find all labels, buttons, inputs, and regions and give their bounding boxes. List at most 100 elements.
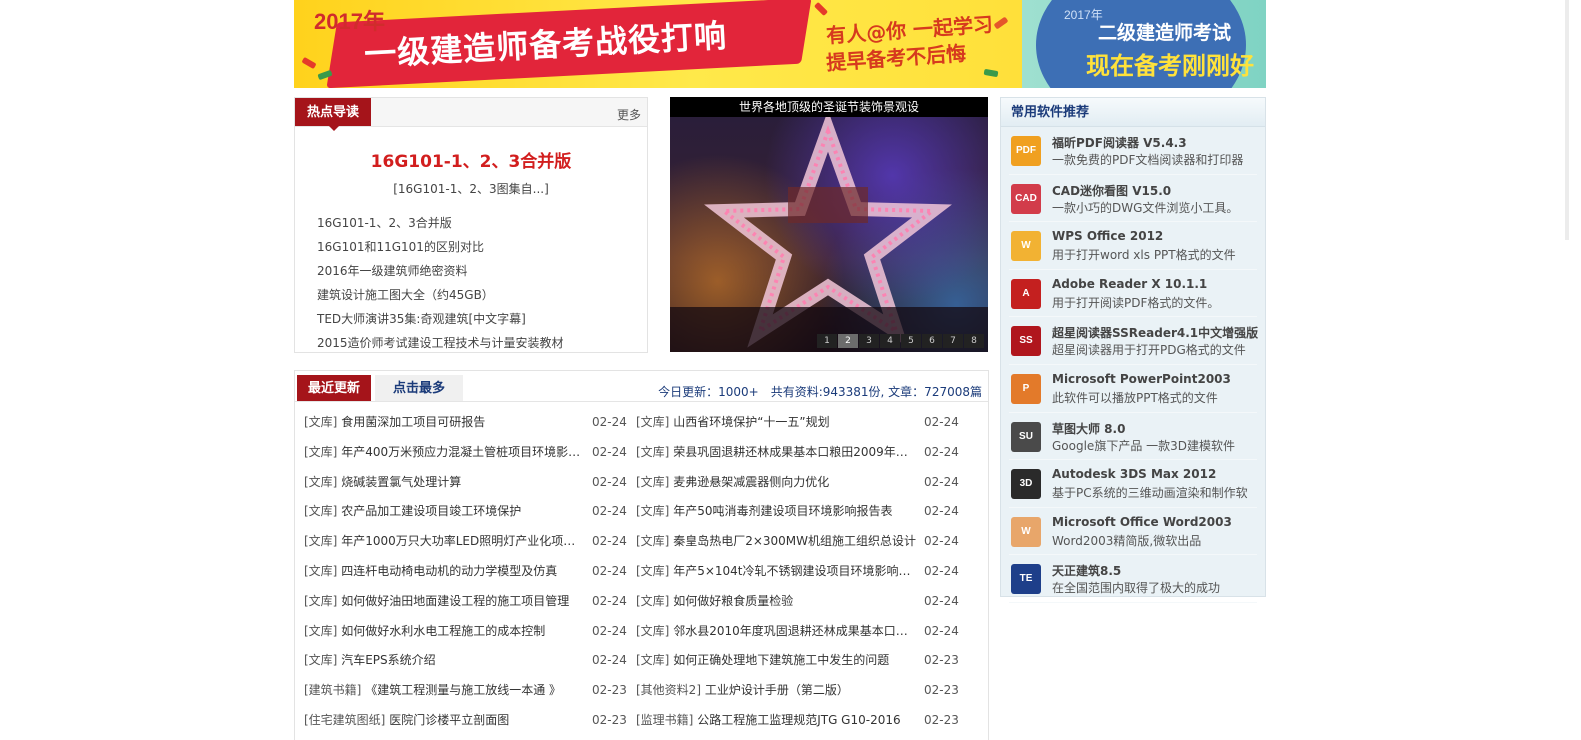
recent-item-link[interactable]: 邻水县2010年度巩固退耕还林成果基本口粮田建设: [673, 624, 919, 638]
recent-item-title[interactable]: [文库] 麦弗逊悬架减震器侧向力优化: [636, 471, 919, 501]
slide-page-button-active[interactable]: 2: [838, 334, 858, 348]
recent-item[interactable]: [建筑书籍] 《建筑工程测量与施工放线一本通 》 02-23: [304, 679, 644, 709]
software-item[interactable]: P Microsoft PowerPoint2003 此软件可以播放PPT格式的文件: [1009, 365, 1257, 413]
recent-item-category[interactable]: [文库]: [636, 475, 669, 489]
tangent-arch-icon[interactable]: TE: [1011, 564, 1041, 595]
recent-item-title[interactable]: [文库] 年产5×104t冷轧不锈钢建设项目环境影响报告书: [636, 560, 919, 590]
software-name[interactable]: Microsoft PowerPoint2003: [1052, 372, 1231, 386]
recent-item-category[interactable]: [文库]: [636, 624, 669, 638]
recent-item[interactable]: [文库] 食用菌深加工项目可研报告 02-24: [304, 411, 644, 441]
foxit-pdf-icon[interactable]: PDF: [1011, 136, 1041, 166]
recent-item-title[interactable]: [文库] 年产1000万只大功率LED照明灯产业化项目可研报告: [304, 530, 587, 560]
recent-item[interactable]: [文库] 农产品加工建设项目竣工环境保护 02-24: [304, 500, 644, 530]
software-name[interactable]: Microsoft Office Word2003: [1052, 515, 1232, 529]
recent-item[interactable]: [文库] 汽车EPS系统介绍 02-24: [304, 649, 644, 679]
recent-item[interactable]: [住宅建筑图纸] 医院门诊楼平立剖面图 02-23: [304, 709, 644, 739]
recent-item-link[interactable]: 荣县巩固退耕还林成果基本口粮田2009年建设实施方案: [673, 445, 919, 459]
slide-page-button[interactable]: 5: [901, 334, 921, 348]
recent-item-category[interactable]: [文库]: [636, 445, 669, 459]
ssreader-icon[interactable]: SS: [1011, 326, 1041, 357]
hot-reading-item[interactable]: 2016年一级建筑师绝密资料: [317, 259, 647, 283]
recent-item-link[interactable]: 麦弗逊悬架减震器侧向力优化: [673, 475, 829, 489]
recent-item-category[interactable]: [文库]: [636, 653, 669, 667]
recent-item[interactable]: [文库] 邻水县2010年度巩固退耕还林成果基本口粮田建设 02-24: [636, 620, 976, 650]
recent-item-title[interactable]: [文库] 山西省环境保护“十一五”规划: [636, 411, 919, 441]
recent-item-link[interactable]: 秦皇岛热电厂2×300MW机组施工组织总设计: [673, 534, 916, 548]
recent-item-title[interactable]: [建筑书籍] 《建筑工程测量与施工放线一本通 》: [304, 679, 587, 709]
recent-item[interactable]: [文库] 秦皇岛热电厂2×300MW机组施工组织总设计 02-24: [636, 530, 976, 560]
software-item[interactable]: SU 草图大师 8.0 Google旗下产品 一款3D建模软件: [1009, 413, 1257, 461]
recent-item-category[interactable]: [监理书籍]: [636, 713, 693, 727]
software-item[interactable]: W WPS Office 2012 用于打开word xls PPT格式的文件: [1009, 222, 1257, 270]
recent-item-category[interactable]: [文库]: [304, 653, 337, 667]
scrollbar[interactable]: [1565, 0, 1569, 240]
recent-item-category[interactable]: [文库]: [304, 564, 337, 578]
recent-item-link[interactable]: 烧碱装置氯气处理计算: [341, 475, 461, 489]
recent-item-title[interactable]: [住宅建筑图纸] 医院门诊楼平立剖面图: [304, 709, 587, 739]
software-name[interactable]: WPS Office 2012: [1052, 229, 1163, 243]
recent-item[interactable]: [文库] 年产50吨消毒剂建设项目环境影响报告表 02-24: [636, 500, 976, 530]
recent-item-category[interactable]: [住宅建筑图纸]: [304, 713, 385, 727]
software-name[interactable]: 草图大师 8.0: [1052, 420, 1125, 437]
featured-summary-link[interactable]: [16G101-1、2、3图集自...]: [295, 180, 647, 197]
adobe-reader-icon[interactable]: A: [1011, 278, 1041, 309]
sketchup-icon[interactable]: SU: [1011, 421, 1041, 452]
recent-item-title[interactable]: [文库] 食用菌深加工项目可研报告: [304, 411, 587, 441]
recent-item[interactable]: [文库] 山西省环境保护“十一五”规划 02-24: [636, 411, 976, 441]
recent-item-title[interactable]: [文库] 秦皇岛热电厂2×300MW机组施工组织总设计: [636, 530, 919, 560]
cad-viewer-icon[interactable]: CAD: [1011, 183, 1041, 214]
hot-reading-item[interactable]: 16G101-1、2、3合并版: [317, 211, 647, 235]
software-item[interactable]: 3D Autodesk 3DS Max 2012 基于PC系统的三维动画渲染和制作软: [1009, 460, 1257, 508]
recent-item[interactable]: [文库] 如何做好水利水电工程施工的成本控制 02-24: [304, 620, 644, 650]
recent-item-link[interactable]: 农产品加工建设项目竣工环境保护: [341, 504, 521, 518]
recent-item-category[interactable]: [文库]: [304, 534, 337, 548]
recent-item-title[interactable]: [文库] 汽车EPS系统介绍: [304, 649, 587, 679]
recent-item-link[interactable]: 公路工程施工监理规范JTG G10-2016: [697, 713, 900, 727]
recent-item[interactable]: [文库] 如何做好粮食质量检验 02-24: [636, 590, 976, 620]
software-name[interactable]: Autodesk 3DS Max 2012: [1052, 467, 1216, 481]
software-name[interactable]: CAD迷你看图 V15.0: [1052, 182, 1171, 199]
hot-reading-tab[interactable]: 热点导读: [295, 98, 371, 131]
word-icon[interactable]: W: [1011, 516, 1041, 547]
tab-most-clicked[interactable]: 点击最多: [375, 375, 463, 401]
software-item[interactable]: CAD CAD迷你看图 V15.0 一款小巧的DWG文件浏览小工具。: [1009, 175, 1257, 223]
software-name[interactable]: 福昕PDF阅读器 V5.4.3: [1052, 134, 1187, 151]
recent-item-category[interactable]: [文库]: [304, 415, 337, 429]
recent-item-category[interactable]: [文库]: [636, 564, 669, 578]
hot-reading-item[interactable]: 2015造价师考试建设工程技术与计量安装教材: [317, 331, 647, 355]
recent-item-category[interactable]: [文库]: [304, 624, 337, 638]
recent-item-link[interactable]: 工业炉设计手册（第二版）: [705, 683, 849, 697]
recent-item-title[interactable]: [文库] 如何做好水利水电工程施工的成本控制: [304, 620, 587, 650]
recent-item[interactable]: [文库] 烧碱装置氯气处理计算 02-24: [304, 471, 644, 501]
banner-first-class-builder[interactable]: 2017年 一级建造师备考战役打响 有人@你 一起学习 提早备考不后悔: [294, 0, 1022, 88]
recent-item-title[interactable]: [监理书籍] 公路工程施工监理规范JTG G10-2016: [636, 709, 919, 739]
banner-second-class-builder[interactable]: 2017年 二级建造师考试 现在备考刚刚好: [1022, 0, 1266, 88]
software-item[interactable]: A Adobe Reader X 10.1.1 用于打开阅读PDF格式的文件。: [1009, 270, 1257, 318]
recent-item[interactable]: [文库] 麦弗逊悬架减震器侧向力优化 02-24: [636, 471, 976, 501]
recent-item-link[interactable]: 汽车EPS系统介绍: [341, 653, 435, 667]
recent-item-category[interactable]: [建筑书籍]: [304, 683, 361, 697]
slide-page-button[interactable]: 8: [964, 334, 984, 348]
recent-item-title[interactable]: [文库] 如何做好油田地面建设工程的施工项目管理: [304, 590, 587, 620]
recent-item-link[interactable]: 四连杆电动椅电动机的动力学模型及仿真: [341, 564, 557, 578]
slide-page-button[interactable]: 3: [859, 334, 879, 348]
recent-item-link[interactable]: 如何正确处理地下建筑施工中发生的问题: [673, 653, 889, 667]
software-item[interactable]: PDF 福昕PDF阅读器 V5.4.3 一款免费的PDF文档阅读器和打印器: [1009, 127, 1257, 175]
powerpoint-icon[interactable]: P: [1011, 373, 1041, 404]
recent-item-link[interactable]: 医院门诊楼平立剖面图: [389, 713, 509, 727]
3ds-max-icon[interactable]: 3D: [1011, 469, 1041, 500]
recent-item-category[interactable]: [文库]: [304, 475, 337, 489]
recent-item-link[interactable]: 如何做好粮食质量检验: [673, 594, 793, 608]
wps-office-icon[interactable]: W: [1011, 231, 1041, 262]
recent-item[interactable]: [文库] 年产1000万只大功率LED照明灯产业化项目可研报告 02-24: [304, 530, 644, 560]
software-name[interactable]: 天正建筑8.5: [1052, 562, 1121, 579]
software-name[interactable]: Adobe Reader X 10.1.1: [1052, 277, 1207, 291]
recent-item-category[interactable]: [其他资料2]: [636, 683, 701, 697]
slide-page-button[interactable]: 1: [817, 334, 837, 348]
recent-item-link[interactable]: 如何做好油田地面建设工程的施工项目管理: [341, 594, 569, 608]
slide-page-button[interactable]: 4: [880, 334, 900, 348]
software-item[interactable]: SS 超星阅读器SSReader4.1中文增强版 超星阅读器用于打开PDG格式的文件: [1009, 317, 1258, 365]
recent-item-category[interactable]: [文库]: [636, 594, 669, 608]
recent-item-link[interactable]: 年产5×104t冷轧不锈钢建设项目环境影响报告书: [673, 564, 919, 578]
software-item[interactable]: TE 天正建筑8.5 在全国范围内取得了极大的成功: [1009, 555, 1257, 603]
